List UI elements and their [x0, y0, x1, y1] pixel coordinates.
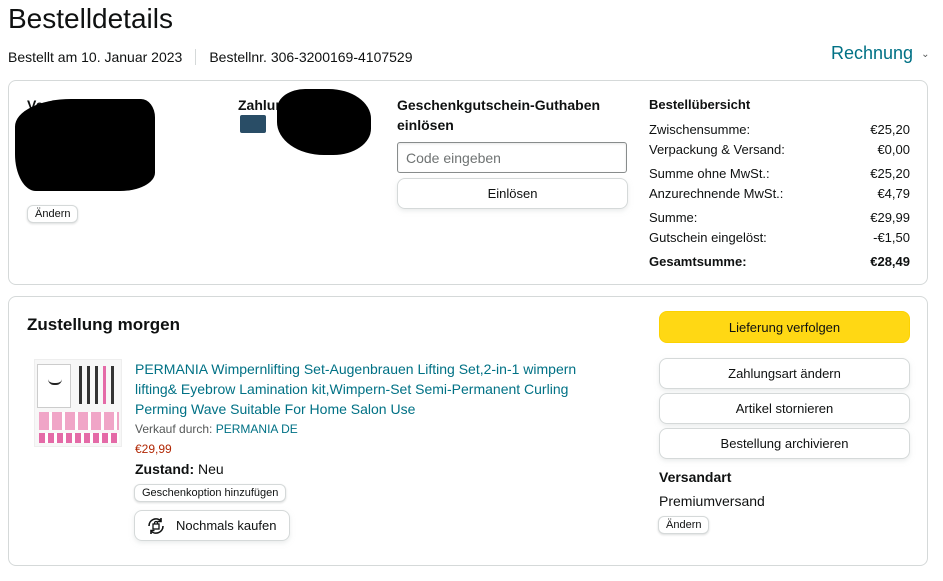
summary-row: Zwischensumme: €25,20: [649, 120, 910, 140]
gift-code-input[interactable]: [397, 142, 627, 173]
order-summary: Bestellübersicht Zwischensumme: €25,20 Ve…: [649, 97, 910, 272]
pads-graphic: [39, 412, 119, 430]
change-payment-button[interactable]: Zahlungsart ändern: [659, 358, 910, 389]
redacted-payment: [277, 89, 371, 155]
order-date: Bestellt am 10. Januar 2023: [8, 49, 183, 65]
summary-value: €4,79: [877, 186, 910, 201]
summary-label: Anzurechnende MwSt.:: [649, 186, 784, 201]
summary-label: Summe:: [649, 210, 698, 225]
summary-label: Gutschein eingelöst:: [649, 230, 767, 245]
archive-order-button[interactable]: Bestellung archivieren: [659, 428, 910, 459]
summary-value: -€1,50: [873, 230, 910, 245]
summary-row: Summe ohne MwSt.: €25,20: [649, 164, 910, 184]
product-price: €29,99: [135, 442, 172, 456]
divider: [195, 49, 197, 65]
seller-info: Verkauf durch: PERMANIA DE: [135, 422, 298, 436]
summary-label: Summe ohne MwSt.:: [649, 166, 770, 181]
order-info-box: Versandadresse Zahlungsarten Ändern Gesc…: [8, 80, 928, 285]
gift-card-title: Geschenkgutschein-Guthaben einlösen: [397, 97, 601, 133]
summary-value: €25,20: [870, 166, 910, 181]
summary-value: €28,49: [870, 254, 910, 269]
track-package-button[interactable]: Lieferung verfolgen: [659, 311, 910, 343]
gift-option-button[interactable]: Geschenkoption hinzufügen: [134, 484, 287, 502]
summary-label: Verpackung & Versand:: [649, 142, 785, 157]
chevron-down-icon: ⌄: [921, 49, 930, 60]
card-icon: [240, 115, 266, 133]
summary-row: Anzurechnende MwSt.: €4,79: [649, 184, 910, 204]
redacted-address: [15, 99, 155, 191]
summary-value: €29,99: [870, 210, 910, 225]
redeem-button[interactable]: Einlösen: [397, 178, 628, 209]
summary-row: Summe: €29,99: [649, 208, 910, 228]
summary-label: Gesamtsumme:: [649, 254, 747, 269]
summary-label: Zwischensumme:: [649, 122, 751, 137]
seller-link[interactable]: PERMANIA DE: [216, 422, 298, 436]
summary-title: Bestellübersicht: [649, 97, 751, 112]
sold-by-label: Verkauf durch:: [135, 422, 213, 436]
order-number: Bestellnr. 306-3200169-4107529: [209, 49, 413, 65]
buy-again-icon: [148, 517, 164, 534]
product-title-link[interactable]: PERMANIA Wimpernlifting Set-Augenbrauen …: [135, 359, 605, 419]
condition-value: Neu: [198, 461, 224, 477]
shipping-method-label: Versandart: [659, 469, 732, 485]
delivery-box: Zustellung morgen PERMANIA Wimpernliftin…: [8, 296, 928, 566]
invoice-dropdown[interactable]: Rechnung ⌄: [831, 43, 929, 64]
shipping-method-value: Premiumversand: [659, 493, 765, 509]
summary-total-row: Gesamtsumme: €28,49: [649, 252, 910, 272]
pads-graphic: [39, 433, 119, 443]
summary-value: €0,00: [877, 142, 910, 157]
invoice-label: Rechnung: [831, 43, 914, 63]
buy-again-button[interactable]: Nochmals kaufen: [134, 510, 290, 541]
delivery-title: Zustellung morgen: [27, 315, 180, 334]
change-address-button[interactable]: Ändern: [27, 205, 79, 223]
tools-graphic: [75, 366, 119, 406]
summary-value: €25,20: [870, 122, 910, 137]
change-shipping-button[interactable]: Ändern: [658, 516, 710, 534]
summary-row: Gutschein eingelöst: -€1,50: [649, 228, 910, 248]
cancel-item-button[interactable]: Artikel stornieren: [659, 393, 910, 424]
eye-graphic: [48, 379, 62, 385]
order-meta: Bestellt am 10. Januar 2023 Bestellnr. 3…: [8, 49, 413, 65]
product-image[interactable]: [34, 359, 122, 447]
product-box-graphic: [37, 364, 71, 408]
summary-row: Verpackung & Versand: €0,00: [649, 140, 910, 160]
product-condition: Zustand: Neu: [135, 461, 224, 477]
page-title: Bestelldetails: [8, 3, 173, 34]
buy-again-label: Nochmals kaufen: [176, 518, 277, 533]
condition-label: Zustand:: [135, 461, 195, 477]
